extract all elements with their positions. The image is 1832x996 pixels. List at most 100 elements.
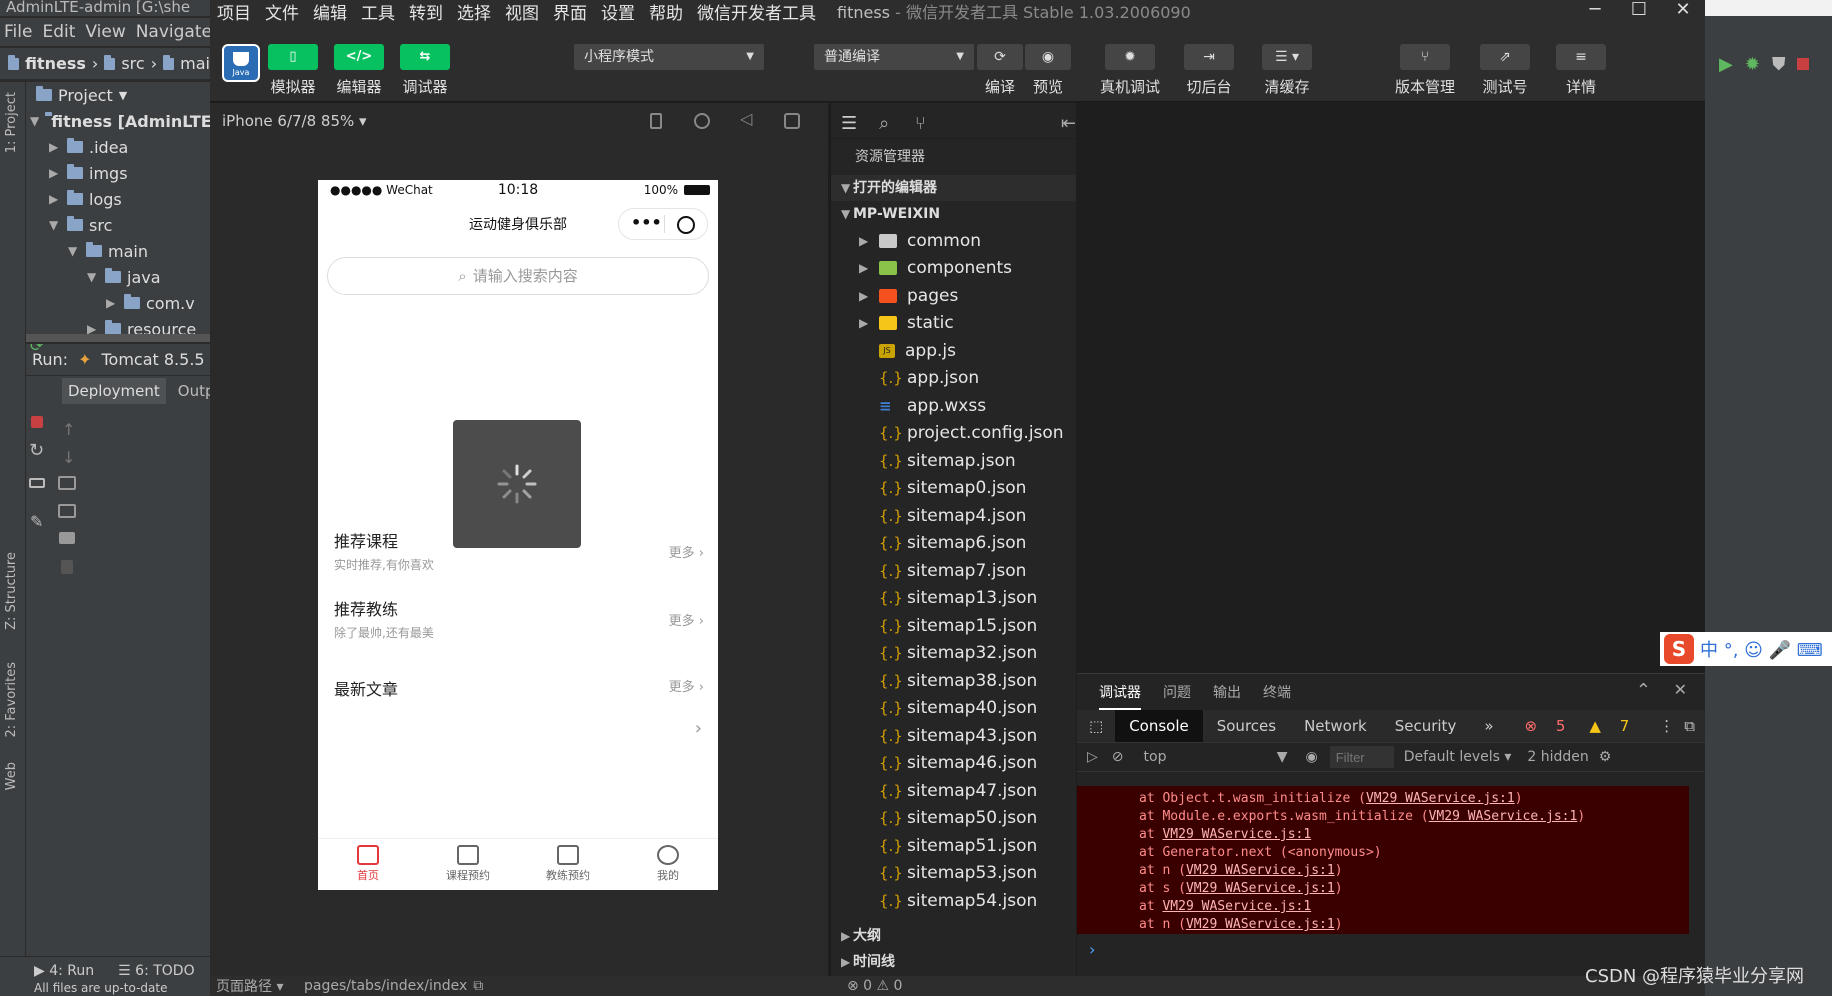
preview-button[interactable]: ◉ <box>1025 44 1071 70</box>
device-select[interactable]: iPhone 6/7/8 85% ▾ <box>222 112 367 130</box>
inspect-icon[interactable]: ⬚ <box>1077 710 1115 742</box>
source-link[interactable]: VM29 WAService.js:1 <box>1186 917 1335 932</box>
debug-icon[interactable]: ✹ <box>1745 54 1760 75</box>
more-link[interactable]: 更多 › <box>669 610 704 629</box>
print-icon[interactable] <box>59 532 75 544</box>
console-prompt[interactable]: › <box>1089 940 1095 959</box>
tab-todo[interactable]: ☰ 6: TODO <box>118 963 194 979</box>
avatar[interactable]: Java <box>222 44 260 82</box>
run-config-tab[interactable]: Tomcat 8.5.5 <box>101 350 204 369</box>
files-icon[interactable]: ☰ <box>841 113 857 134</box>
sidebar-toggle-icon[interactable]: ▷ <box>1077 749 1108 765</box>
settings-icon[interactable]: ⚙ <box>1595 749 1616 765</box>
explorer-file[interactable]: {.} sitemap38.json <box>831 667 1076 695</box>
chevron-right-icon[interactable]: ▶ <box>49 140 61 154</box>
clear-console-icon[interactable]: ⊘ <box>1108 749 1134 765</box>
chevron-down-icon[interactable]: ▼ <box>68 244 80 258</box>
menu-view[interactable]: View <box>85 22 125 42</box>
menu-file[interactable]: 文件 <box>258 0 306 24</box>
explorer-file[interactable]: {.} sitemap15.json <box>831 612 1076 640</box>
close-icon[interactable]: ✕ <box>1674 680 1687 699</box>
menu-navigate[interactable]: Navigate <box>136 22 212 42</box>
open-editors-section[interactable]: ▼ 打开的编辑器 <box>831 175 1076 201</box>
explorer-file[interactable]: {.} sitemap7.json <box>831 557 1076 585</box>
menu-goto[interactable]: 转到 <box>402 0 450 24</box>
chevron-down-icon[interactable]: ▼ <box>30 114 39 128</box>
scroll-end-icon[interactable] <box>58 504 76 518</box>
explorer-file[interactable]: {.} sitemap32.json <box>831 640 1076 668</box>
more-tabs-icon[interactable]: » <box>1470 710 1507 742</box>
console-filter-input[interactable] <box>1329 746 1394 768</box>
menu-file[interactable]: File <box>4 22 32 42</box>
explorer-file[interactable]: {.} app.json <box>831 365 1076 393</box>
tab-console[interactable]: Console <box>1115 710 1203 742</box>
menu-select[interactable]: 选择 <box>450 0 498 24</box>
tree-item[interactable]: ▶ .idea <box>26 134 210 160</box>
tab-mine[interactable]: 我的 <box>618 839 718 890</box>
tab-sources[interactable]: Sources <box>1203 710 1290 742</box>
background-button[interactable]: ⇥ <box>1184 44 1234 70</box>
problems-count[interactable]: ⊗ 0 ⚠ 0 <box>847 978 902 994</box>
tab-network[interactable]: Network <box>1290 710 1381 742</box>
tree-item[interactable]: ▶ com.v <box>26 290 210 316</box>
explorer-file[interactable]: {.} sitemap6.json <box>831 530 1076 558</box>
explorer-file[interactable]: {.} sitemap47.json <box>831 777 1076 805</box>
record-icon[interactable] <box>694 113 710 129</box>
tab-problems[interactable]: 问题 <box>1163 682 1191 702</box>
stop-icon[interactable] <box>1797 58 1810 70</box>
structure-tool-tab[interactable]: Z: Structure <box>4 552 19 630</box>
explorer-file[interactable]: {.} sitemap0.json <box>831 475 1076 503</box>
section-latest-articles[interactable]: 最新文章 更多 › <box>334 676 704 700</box>
maximize-button[interactable]: ☐ <box>1617 0 1661 22</box>
timeline-section[interactable]: ▶ 时间线 <box>831 949 1076 975</box>
explorer-file[interactable]: {.} sitemap4.json <box>831 502 1076 530</box>
copy-icon[interactable]: ⧉ <box>467 978 483 994</box>
source-link[interactable]: VM29 WAService.js:1 <box>1429 809 1578 824</box>
tab-home[interactable]: 首页 <box>318 839 418 890</box>
explorer-file[interactable]: {.} sitemap54.json <box>831 887 1076 915</box>
trash-icon[interactable] <box>61 560 73 574</box>
explorer-folder[interactable]: ▶ components <box>831 255 1076 283</box>
menu-interface[interactable]: 界面 <box>546 0 594 24</box>
more-link[interactable]: 更多 › <box>669 542 704 561</box>
tree-item[interactable]: ▼ fitness [AdminLTE <box>26 108 210 134</box>
explorer-file[interactable]: {.} project.config.json <box>831 420 1076 448</box>
tab-deployment[interactable]: Deployment <box>62 378 166 404</box>
project-root-section[interactable]: ▼ MP-WEIXIN <box>831 201 1076 227</box>
menu-devtools[interactable]: 微信开发者工具 <box>690 0 823 24</box>
test-account-button[interactable]: ⇗ <box>1480 44 1530 70</box>
source-link[interactable]: VM29 WAService.js:1 <box>1186 863 1335 878</box>
section-recommended-coaches[interactable]: 推荐教练 除了最帅,还有最美 更多 › <box>334 596 704 641</box>
tab-terminal[interactable]: 终端 <box>1263 682 1291 702</box>
explorer-file[interactable]: ≡ app.wxss <box>831 392 1076 420</box>
tab-output[interactable]: 输出 <box>1213 682 1241 702</box>
menu-view[interactable]: 视图 <box>498 0 546 24</box>
clear-cache-button[interactable]: ☰ ▾ <box>1262 44 1312 70</box>
horizontal-scrollbar[interactable] <box>26 334 210 342</box>
git-branch-icon[interactable]: ⑂ <box>915 113 929 134</box>
ime-controls[interactable]: 中 °, ☺ 🎤 ⌨ <box>1700 636 1823 662</box>
explorer-file[interactable]: {.} sitemap.json <box>831 447 1076 475</box>
chevron-down-icon[interactable]: ▼ <box>49 218 61 232</box>
chevron-right-icon[interactable]: ▶ <box>106 296 118 310</box>
tree-item[interactable]: ▼ main <box>26 238 210 264</box>
more-link[interactable]: 更多 › <box>669 676 704 695</box>
explorer-file[interactable]: {.} sitemap13.json <box>831 585 1076 613</box>
real-device-debug-button[interactable]: ✹ <box>1105 44 1155 70</box>
tab-course-booking[interactable]: 课程预约 <box>418 839 518 890</box>
breadcrumb-item[interactable]: fitness <box>25 54 86 73</box>
stop-icon[interactable] <box>31 416 43 428</box>
menu-edit[interactable]: Edit <box>42 22 75 42</box>
tree-item[interactable]: ▼ src <box>26 212 210 238</box>
layout-icon[interactable] <box>29 478 45 488</box>
debugger-button[interactable]: ⇆ <box>400 44 450 70</box>
editor-button[interactable]: </> <box>334 44 384 70</box>
tab-coach-booking[interactable]: 教练预约 <box>518 839 618 890</box>
close-miniprogram-icon[interactable] <box>677 216 695 234</box>
log-levels-select[interactable]: Default levels ▾ <box>1394 749 1522 765</box>
explorer-file[interactable]: {.} sitemap53.json <box>831 860 1076 888</box>
source-link[interactable]: VM29 WAService.js:1 <box>1162 827 1311 842</box>
explorer-folder[interactable]: ▶ static <box>831 310 1076 338</box>
source-link[interactable]: VM29 WAService.js:1 <box>1162 899 1311 914</box>
menu-help[interactable]: 帮助 <box>642 0 690 24</box>
